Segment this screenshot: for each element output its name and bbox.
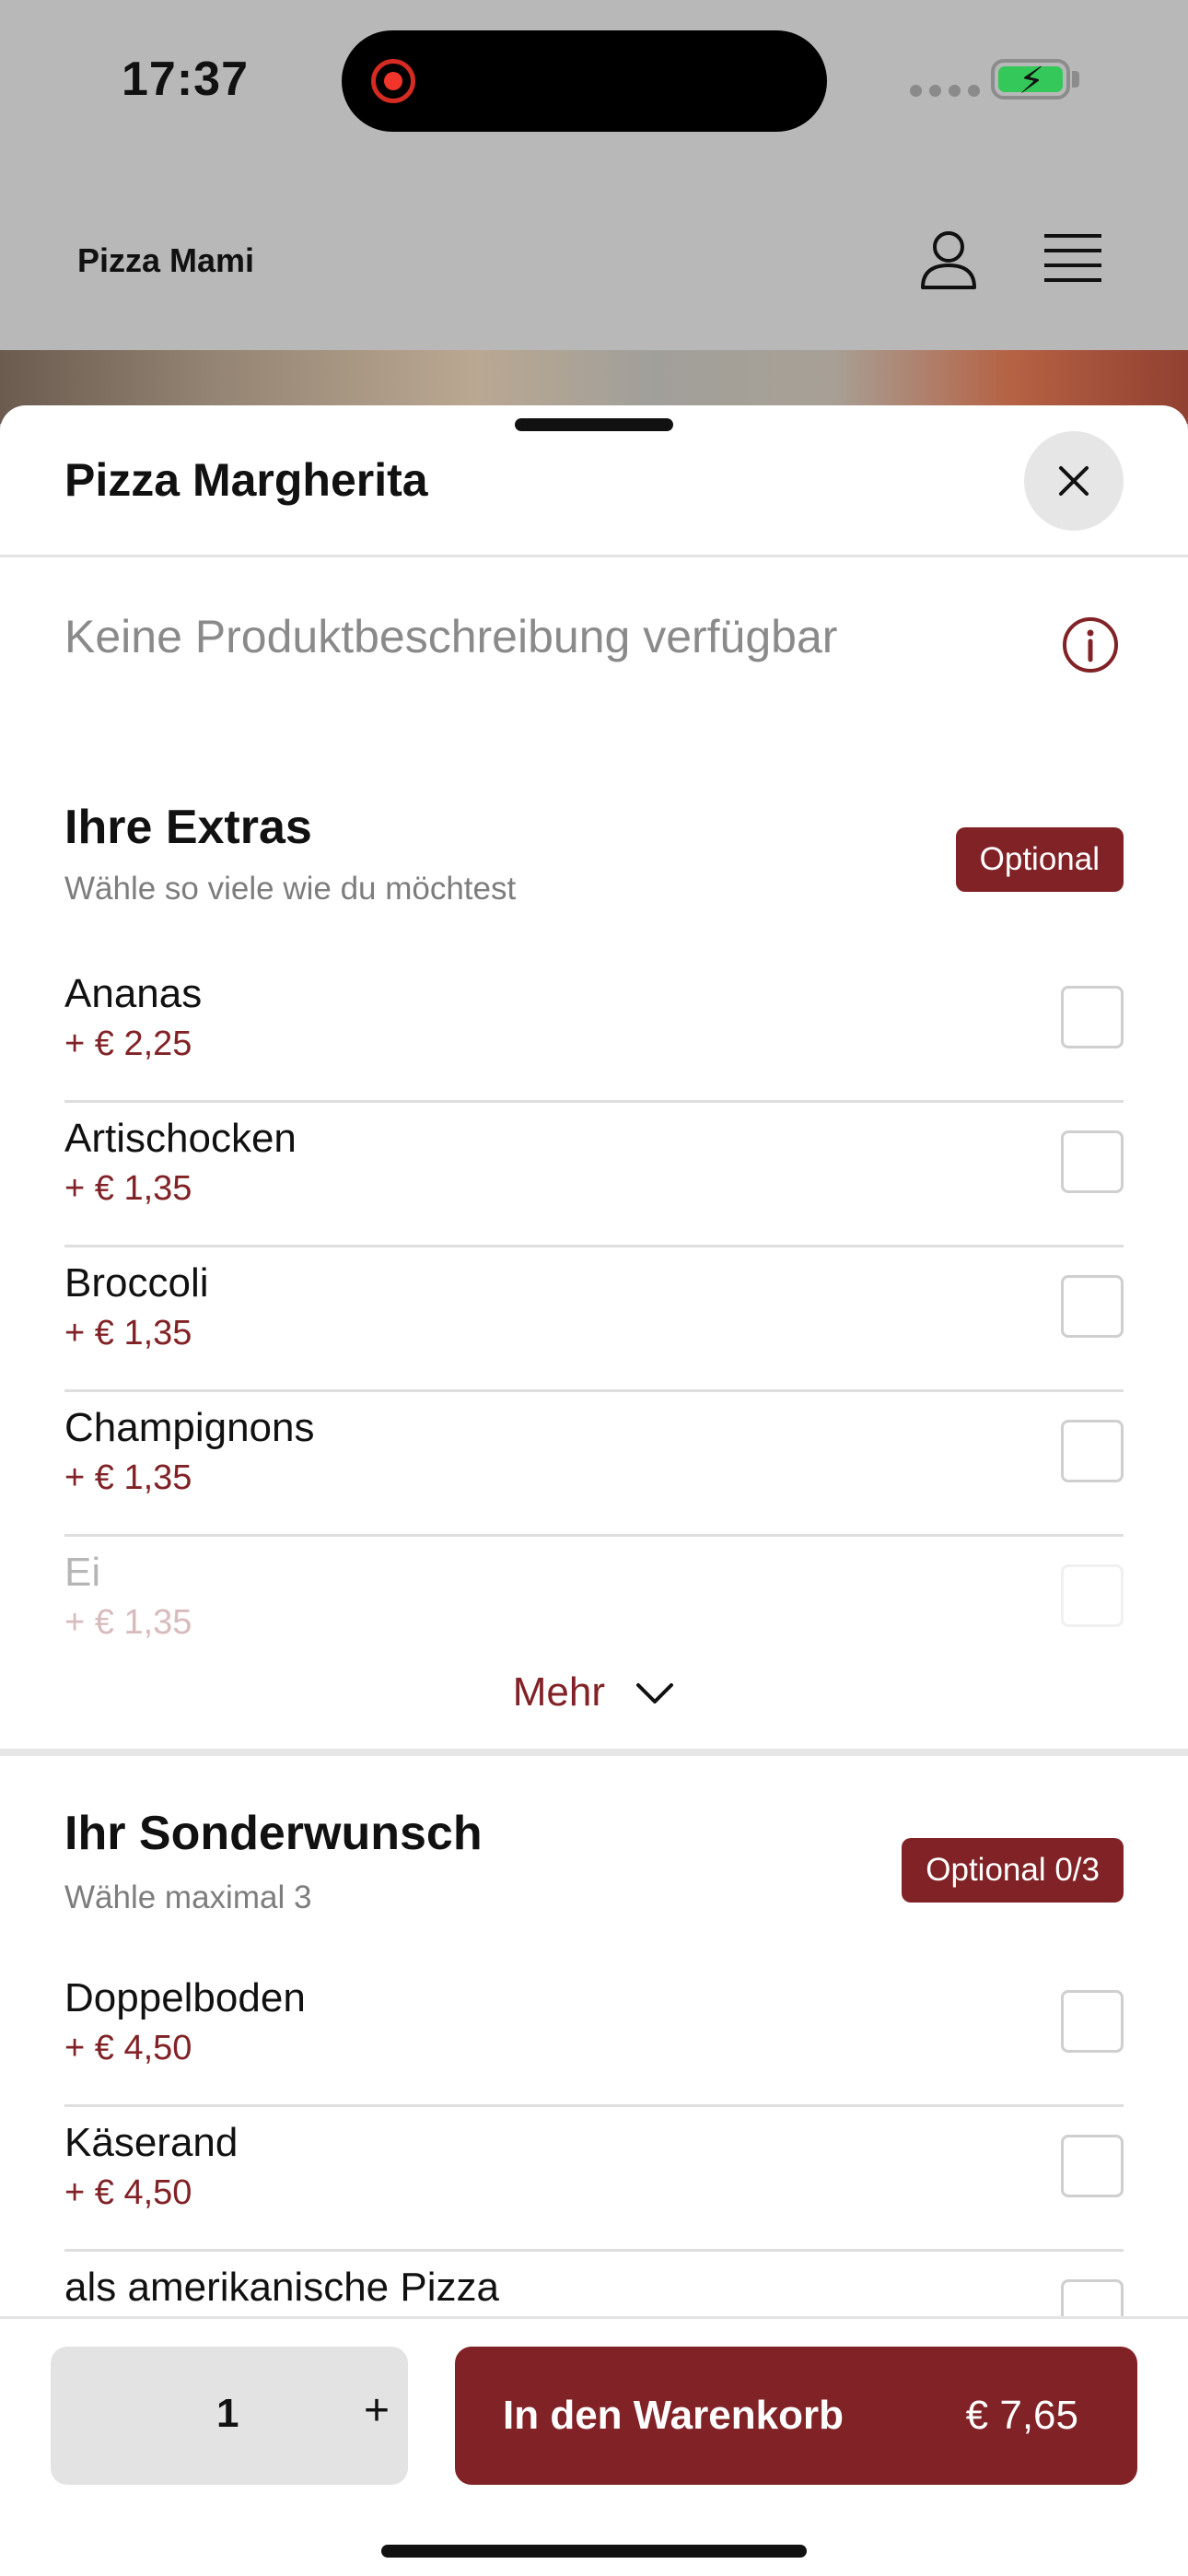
option-name: Käserand bbox=[64, 2120, 239, 2165]
option-checkbox[interactable] bbox=[1061, 986, 1124, 1048]
battery-charging-icon: ⚡ bbox=[991, 59, 1070, 100]
quantity-increase-button[interactable]: + bbox=[364, 2385, 390, 2436]
option-checkbox[interactable] bbox=[1061, 1990, 1124, 2053]
brand-name[interactable]: Pizza Mami bbox=[77, 241, 254, 280]
add-to-cart-button[interactable]: In den Warenkorb € 7,65 bbox=[455, 2347, 1137, 2485]
battery-cap bbox=[1072, 71, 1079, 88]
extras-optional-badge: Optional bbox=[955, 827, 1124, 892]
info-icon[interactable] bbox=[1061, 615, 1120, 674]
extras-subtitle: Wähle so viele wie du möchtest bbox=[64, 871, 517, 907]
recording-indicator-icon bbox=[371, 59, 415, 103]
option-checkbox[interactable] bbox=[1061, 2135, 1124, 2197]
sheet-grabber[interactable] bbox=[515, 418, 673, 431]
special-option-row[interactable]: Doppelboden + € 4,50 bbox=[64, 1962, 1124, 2107]
option-checkbox[interactable] bbox=[1061, 1564, 1124, 1627]
special-optional-badge: Optional 0/3 bbox=[902, 1838, 1124, 1903]
status-time: 17:37 bbox=[122, 53, 249, 106]
show-more-button[interactable]: Mehr bbox=[0, 1669, 1188, 1715]
extra-option-row[interactable]: Ei + € 1,35 bbox=[64, 1537, 1124, 1681]
quantity-stepper[interactable]: 1 + bbox=[51, 2347, 408, 2485]
option-price: + € 4,50 bbox=[64, 2173, 192, 2212]
status-bar: 17:37 ⚡ bbox=[0, 0, 1188, 166]
option-name: als amerikanische Pizza bbox=[64, 2265, 499, 2310]
option-price: + € 1,35 bbox=[64, 1314, 192, 1352]
option-checkbox[interactable] bbox=[1061, 1420, 1124, 1482]
cart-total-price: € 7,65 bbox=[965, 2393, 1078, 2438]
home-indicator[interactable] bbox=[381, 2545, 807, 2558]
header-divider bbox=[0, 555, 1188, 557]
product-description: Keine Produktbeschreibung verfügbar bbox=[64, 611, 838, 662]
option-price: + € 1,35 bbox=[64, 1603, 192, 1642]
option-name: Ei bbox=[64, 1550, 101, 1595]
product-title: Pizza Margherita bbox=[64, 454, 428, 506]
option-price: + € 1,35 bbox=[64, 1458, 192, 1497]
special-title: Ihr Sonderwunsch bbox=[64, 1807, 483, 1860]
extra-option-row[interactable]: Broccoli + € 1,35 bbox=[64, 1247, 1124, 1392]
option-price: + € 4,50 bbox=[64, 2029, 192, 2067]
option-name: Artischocken bbox=[64, 1116, 297, 1161]
add-to-cart-label: In den Warenkorb bbox=[503, 2393, 844, 2438]
option-price: + € 2,25 bbox=[64, 1025, 192, 1063]
user-account-icon[interactable] bbox=[915, 227, 982, 293]
chevron-down-icon bbox=[636, 1683, 674, 1704]
option-name: Champignons bbox=[64, 1405, 315, 1450]
extra-option-row[interactable]: Artischocken + € 1,35 bbox=[64, 1103, 1124, 1247]
show-more-label: Mehr bbox=[512, 1669, 605, 1715]
bottom-action-bar: 1 + In den Warenkorb € 7,65 bbox=[0, 2316, 1188, 2576]
close-icon bbox=[1059, 466, 1089, 496]
option-checkbox[interactable] bbox=[1061, 1275, 1124, 1338]
option-name: Doppelboden bbox=[64, 1975, 306, 2020]
quantity-value: 1 bbox=[216, 2391, 239, 2436]
hamburger-menu-icon[interactable] bbox=[1042, 230, 1103, 286]
extra-option-row[interactable]: Champignons + € 1,35 bbox=[64, 1392, 1124, 1537]
product-sheet: Pizza Margherita Keine Produktbeschreibu… bbox=[0, 405, 1188, 2576]
extras-title: Ihre Extras bbox=[64, 801, 312, 854]
special-option-row[interactable]: Käserand + € 4,50 bbox=[64, 2107, 1124, 2252]
close-button[interactable] bbox=[1024, 431, 1124, 531]
option-checkbox[interactable] bbox=[1061, 1130, 1124, 1193]
cellular-signal-icon bbox=[910, 85, 980, 97]
extra-option-row[interactable]: Ananas + € 2,25 bbox=[64, 958, 1124, 1103]
dynamic-island bbox=[342, 30, 827, 132]
section-divider bbox=[0, 1749, 1188, 1756]
special-subtitle: Wähle maximal 3 bbox=[64, 1879, 312, 1915]
top-navigation: Pizza Mami bbox=[0, 166, 1188, 350]
option-name: Ananas bbox=[64, 971, 203, 1016]
option-price: + € 1,35 bbox=[64, 1169, 192, 1208]
option-name: Broccoli bbox=[64, 1260, 209, 1306]
